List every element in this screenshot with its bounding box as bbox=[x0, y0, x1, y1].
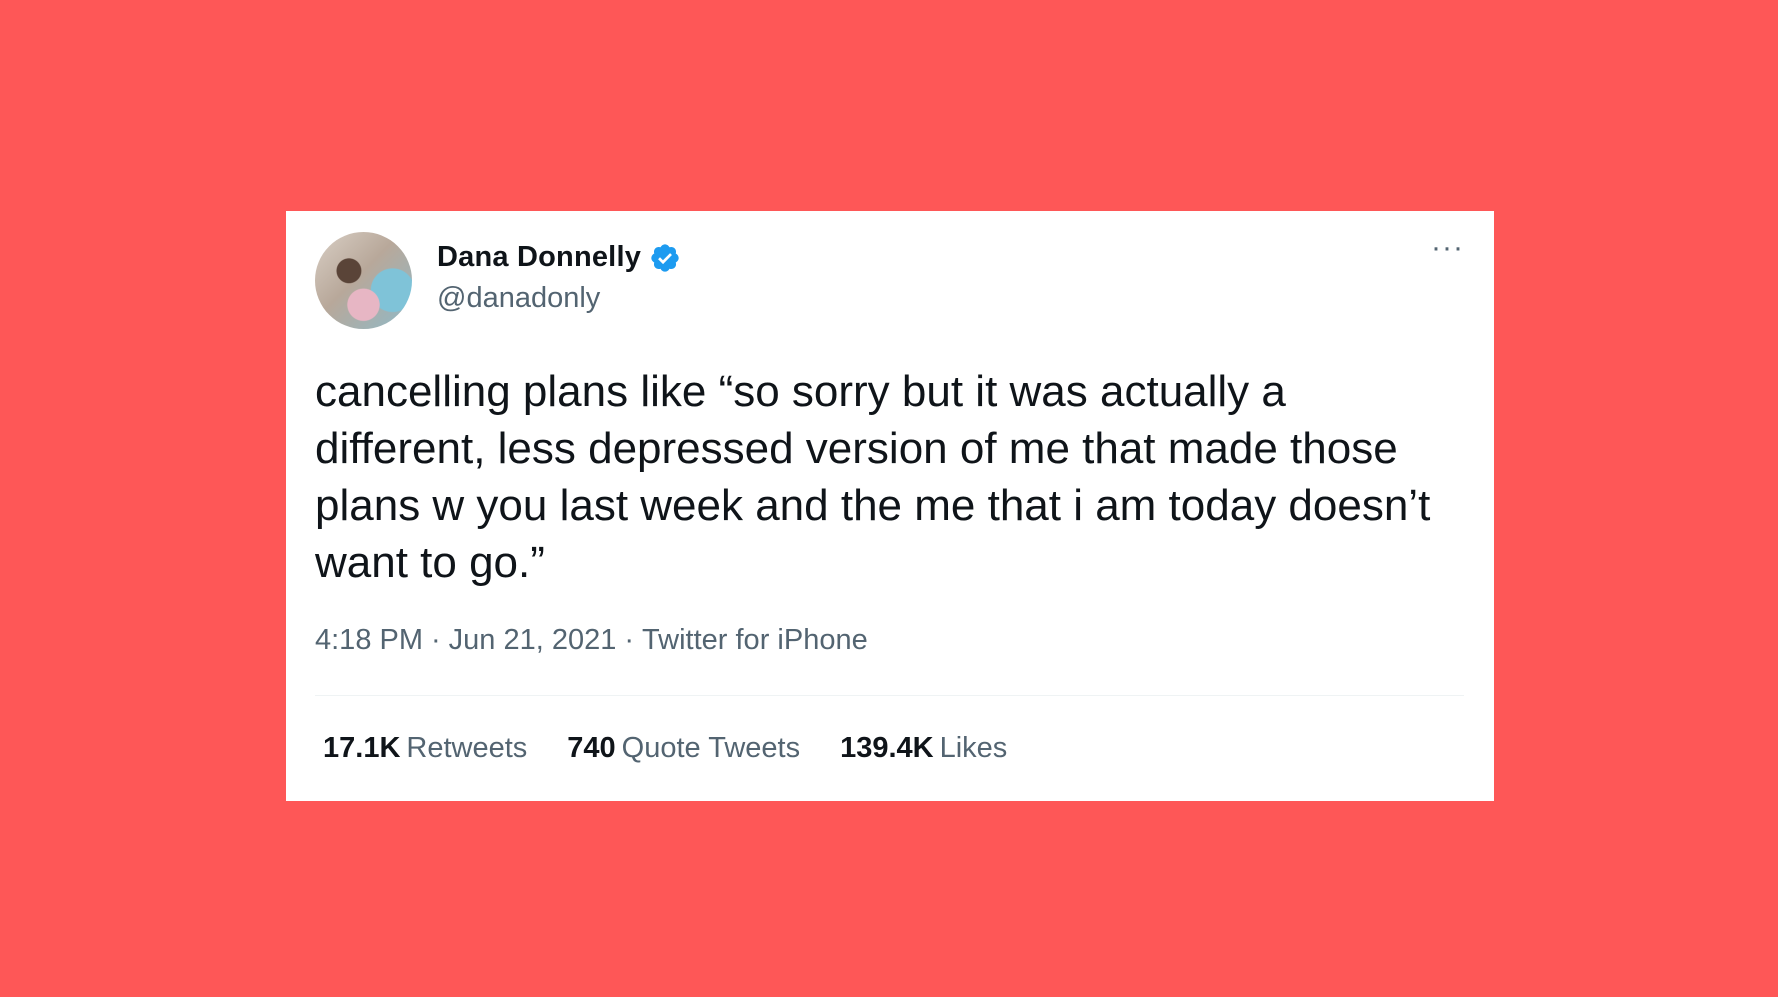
quote-tweets-count: 740 bbox=[567, 732, 616, 764]
tweet-source[interactable]: Twitter for iPhone bbox=[642, 624, 868, 656]
quote-tweets-label: Quote Tweets bbox=[621, 732, 801, 764]
retweets-label: Retweets bbox=[406, 732, 528, 764]
author-name-row: Dana Donnelly bbox=[437, 241, 681, 274]
likes-stat[interactable]: 139.4K Likes bbox=[840, 732, 1007, 765]
more-options-icon[interactable]: ··· bbox=[1431, 233, 1464, 263]
tweet-text: cancelling plans like “so sorry but it w… bbox=[315, 367, 1431, 587]
divider bbox=[315, 695, 1464, 696]
likes-count: 139.4K bbox=[840, 732, 934, 764]
tweet-meta: 4:18 PM · Jun 21, 2021 · Twitter for iPhone bbox=[315, 624, 868, 657]
tweet-stats: 17.1K Retweets 740 Quote Tweets 139.4K Like… bbox=[323, 732, 1047, 765]
tweet-time[interactable]: 4:18 PM bbox=[315, 624, 423, 656]
avatar[interactable] bbox=[315, 232, 412, 329]
author-name[interactable]: Dana Donnelly bbox=[437, 241, 641, 274]
likes-label: Likes bbox=[939, 732, 1008, 764]
retweets-stat[interactable]: 17.1K Retweets bbox=[323, 732, 527, 765]
author-handle[interactable]: @danadonly bbox=[437, 282, 600, 315]
retweets-count: 17.1K bbox=[323, 732, 401, 764]
quote-tweets-stat[interactable]: 740 Quote Tweets bbox=[567, 732, 800, 765]
verified-badge-icon bbox=[651, 243, 679, 272]
tweet-card: Dana Donnelly @danadonly ··· cancelling … bbox=[286, 211, 1494, 801]
tweet-date[interactable]: Jun 21, 2021 bbox=[449, 624, 617, 656]
meta-separator: · bbox=[431, 624, 441, 656]
meta-separator: · bbox=[624, 624, 635, 656]
